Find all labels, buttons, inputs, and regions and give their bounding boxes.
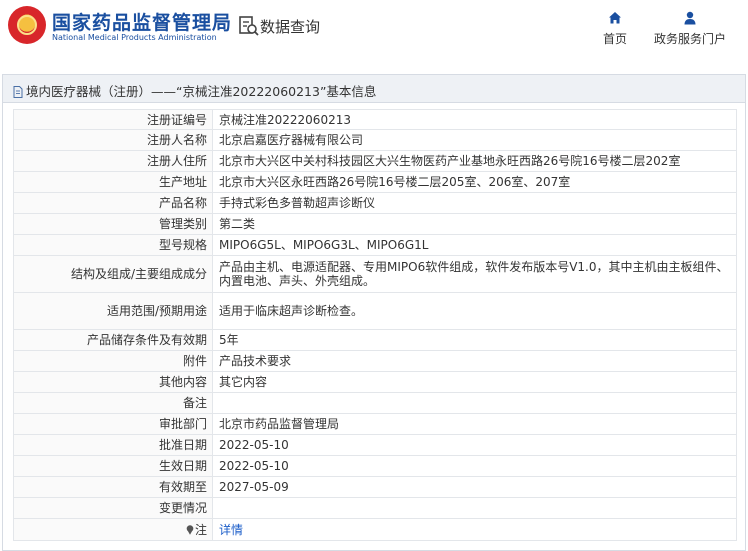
table-row-note: 注详情	[13, 518, 737, 541]
table-row: 管理类别 第二类	[13, 213, 737, 235]
section-header: 境内医疗器械（注册）——“京械注准20222060213”基本信息	[3, 75, 745, 103]
field-label: 备注	[13, 392, 213, 414]
field-value	[212, 392, 737, 414]
field-value: 5年	[212, 329, 737, 351]
field-label: 适用范围/预期用途	[13, 292, 213, 330]
home-icon	[609, 12, 621, 24]
field-value: 北京市药品监督管理局	[212, 413, 737, 435]
field-value: 北京市大兴区永旺西路26号院16号楼二层205室、206室、207室	[212, 171, 737, 193]
table-row: 注册证编号 京械注准20222060213	[13, 109, 737, 130]
field-label: 管理类别	[13, 213, 213, 235]
field-label: 注册人名称	[13, 129, 213, 151]
detail-link[interactable]: 详情	[219, 523, 243, 537]
field-label: 注册人住所	[13, 150, 213, 172]
field-label: 其他内容	[13, 371, 213, 393]
note-label-cell: 注	[13, 518, 213, 541]
table-row: 结构及组成/主要组成成分 产品由主机、电源适配器、专用MIPO6软件组成，软件发布…	[13, 255, 737, 293]
field-value: 2027-05-09	[212, 476, 737, 498]
section-title: 境内医疗器械（注册）——“京械注准20222060213”基本信息	[26, 84, 377, 99]
field-label: 审批部门	[13, 413, 213, 435]
field-label: 产品名称	[13, 192, 213, 214]
record-section: 境内医疗器械（注册）——“京械注准20222060213”基本信息 注册证编号京…	[2, 74, 746, 551]
table-row: 型号规格 MIPO6G5L、MIPO6G3L、MIPO6G1L	[13, 234, 737, 256]
table-row: 有效期至 2027-05-09	[13, 476, 737, 498]
org-subtitle: National Medical Products Administration	[52, 33, 217, 42]
field-label: 有效期至	[13, 476, 213, 498]
table-row: 其他内容 其它内容	[13, 371, 737, 393]
field-value: 其它内容	[212, 371, 737, 393]
field-value: 北京启嘉医疗器械有限公司	[212, 129, 737, 151]
field-value: 手持式彩色多普勒超声诊断仪	[212, 192, 737, 214]
org-title[interactable]: 国家药品监督管理局	[52, 8, 232, 35]
document-icon	[13, 86, 23, 98]
table-row: 产品储存条件及有效期 5年	[13, 329, 737, 351]
table-row: 附件 产品技术要求	[13, 350, 737, 372]
info-table: 注册证编号 京械注准20222060213 注册人名称 北京启嘉医疗器械有限公司 注册人…	[13, 109, 737, 541]
field-value: 适用于临床超声诊断检查。	[212, 292, 737, 330]
nav-home-label: 首页	[602, 32, 627, 46]
field-label: 型号规格	[13, 234, 213, 256]
field-label: 生产地址	[13, 171, 213, 193]
table-row: 批准日期 2022-05-10	[13, 434, 737, 456]
note-label: 注	[194, 522, 207, 537]
field-label: 注册证编号	[13, 109, 213, 130]
table-row: 变更情况	[13, 497, 737, 519]
field-value: 京械注准20222060213	[212, 109, 737, 130]
field-label: 批准日期	[13, 434, 213, 456]
field-label: 生效日期	[13, 455, 213, 477]
field-value: 第二类	[212, 213, 737, 235]
field-label: 变更情况	[13, 497, 213, 519]
nav-service-label: 政务服务门户	[653, 32, 726, 46]
field-value: 2022-05-10	[212, 434, 737, 456]
nav-home[interactable]: 首页	[597, 10, 633, 47]
field-value: MIPO6G5L、MIPO6G3L、MIPO6G1L	[212, 234, 737, 256]
table-row: 生效日期 2022-05-10	[13, 455, 737, 477]
site-header: 国家药品监督管理局 National Medical Products Admi…	[0, 0, 748, 62]
note-value-cell: 详情	[212, 518, 737, 541]
data-query-icon	[239, 16, 259, 36]
nav-service-portal[interactable]: 政务服务门户	[652, 10, 728, 47]
table-row: 备注	[13, 392, 737, 414]
table-row: 注册人住所 北京市大兴区中关村科技园区大兴生物医药产业基地永旺西路26号院16号楼…	[13, 150, 737, 172]
pin-icon	[186, 524, 194, 535]
field-value: 2022-05-10	[212, 455, 737, 477]
table-row: 生产地址 北京市大兴区永旺西路26号院16号楼二层205室、206室、207室	[13, 171, 737, 193]
field-label: 附件	[13, 350, 213, 372]
table-row: 适用范围/预期用途 适用于临床超声诊断检查。	[13, 292, 737, 330]
field-value	[212, 497, 737, 519]
user-icon	[684, 11, 696, 25]
field-value: 北京市大兴区中关村科技园区大兴生物医药产业基地永旺西路26号院16号楼二层202…	[212, 150, 737, 172]
table-row: 注册人名称 北京启嘉医疗器械有限公司	[13, 129, 737, 151]
field-value: 产品由主机、电源适配器、专用MIPO6软件组成，软件发布版本号V1.0，其中主机…	[212, 255, 737, 293]
table-row: 产品名称 手持式彩色多普勒超声诊断仪	[13, 192, 737, 214]
table-row: 审批部门 北京市药品监督管理局	[13, 413, 737, 435]
field-label: 产品储存条件及有效期	[13, 329, 213, 351]
emblem-logo	[8, 6, 46, 44]
field-value: 产品技术要求	[212, 350, 737, 372]
field-label: 结构及组成/主要组成成分	[13, 255, 213, 293]
data-query-label[interactable]: 数据查询	[260, 16, 320, 37]
